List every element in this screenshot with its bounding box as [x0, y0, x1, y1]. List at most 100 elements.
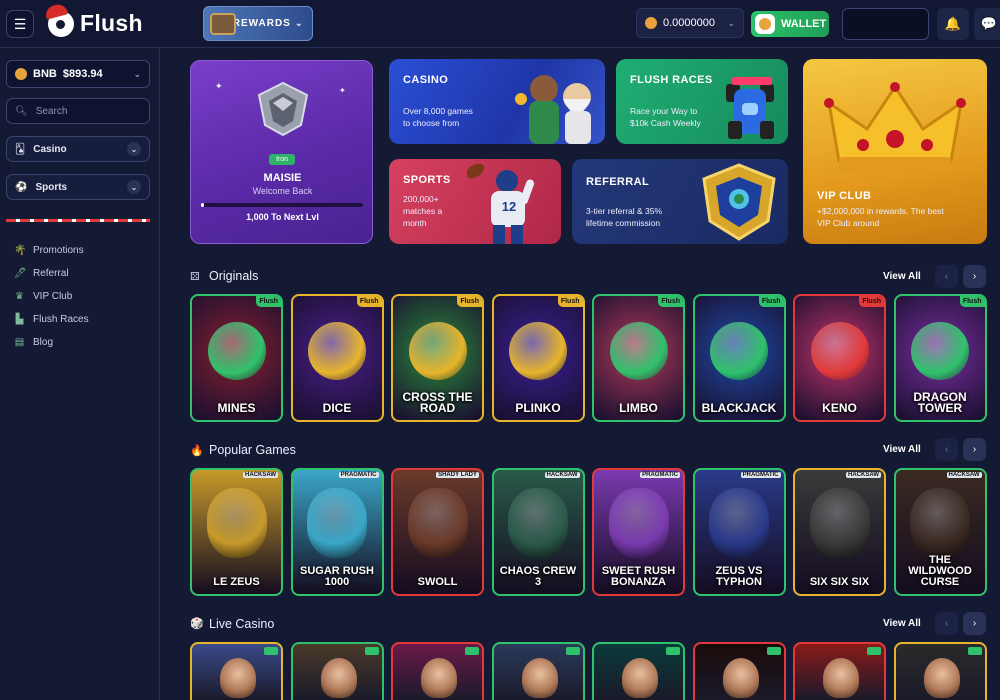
referral-line1: 3-tier referral & 35% [586, 206, 663, 216]
casino-banner[interactable]: CASINO Over 8,000 games to choose from [389, 59, 605, 144]
original-game-card[interactable]: Flush LIMBO [592, 294, 685, 422]
promotions-icon: 🌴 [14, 244, 27, 256]
chest-icon [210, 13, 236, 35]
chevron-down-icon: ⌄ [133, 68, 141, 79]
sidebar-casino-dropdown[interactable]: 🂡 Casino ⌄ [6, 136, 150, 162]
username: MAISIE [263, 172, 302, 184]
popular-game-card[interactable]: HACKSAW THE WILDWOOD CURSE [893, 468, 987, 596]
flush-races-banner[interactable]: FLUSH RACES Race your Way to $10k Cash W… [616, 59, 788, 144]
popular-game-card[interactable]: PRAGMATIC ZEUS VS TYPHON [692, 468, 786, 596]
original-game-card[interactable]: Flush DRAGON TOWER [893, 294, 987, 422]
original-game-card[interactable]: Flush CROSS THE ROAD [391, 294, 484, 422]
bnb-amount: $893.94 [62, 68, 103, 80]
sidebar-link-blog[interactable]: ▤ Blog [14, 334, 53, 350]
balance-amount: 0.0000000 [663, 17, 715, 29]
sidebar-search-input[interactable]: 🔍︎ Search [6, 98, 150, 124]
popular-view-all-link[interactable]: View All [883, 444, 921, 455]
sports-banner[interactable]: SPORTS 200,000+ matches a month 12 [389, 159, 561, 244]
provider-badge: PRAGMATIC [338, 472, 379, 478]
dealer-portrait [923, 658, 960, 698]
live-casino-card[interactable] [793, 642, 886, 700]
original-game-card[interactable]: Flush PLINKO [491, 294, 585, 422]
wallet-button[interactable]: WALLET [751, 11, 829, 37]
chat-button[interactable]: 💬 [974, 8, 1000, 40]
sidebar-link-label: Promotions [33, 244, 84, 256]
sidebar: BNB $893.94 ⌄ 🔍︎ Search 🂡 Casino ⌄ ⚽ Spo… [0, 48, 160, 700]
live-title: Live Casino [209, 617, 275, 631]
originals-next-button[interactable]: › [963, 265, 986, 288]
referral-banner[interactable]: REFERRAL 3-tier referral & 35% lifetime … [572, 159, 788, 244]
live-prev-button[interactable]: ‹ [935, 612, 958, 635]
original-game-card[interactable]: Flush BLACKJACK [692, 294, 786, 422]
race-car-illustration [726, 77, 774, 139]
game-name: MINES [217, 401, 256, 415]
menu-toggle-button[interactable]: ☰ [6, 10, 34, 38]
chevron-right-icon: › [972, 271, 977, 282]
live-casino-card[interactable] [290, 642, 384, 700]
sports-line2: matches a [403, 206, 443, 216]
chevron-left-icon: ‹ [944, 618, 949, 629]
bnb-balance-button[interactable]: BNB $893.94 ⌄ [6, 60, 150, 88]
sparkle-icon: ✦ [215, 81, 223, 91]
popular-game-card[interactable]: HACKSAW LE ZEUS [190, 468, 283, 596]
live-casino-card[interactable] [491, 642, 585, 700]
game-art [809, 488, 870, 558]
game-art [509, 322, 567, 380]
popular-game-card[interactable]: HACKSAW CHAOS CREW 3 [491, 468, 585, 596]
original-game-card[interactable]: Flush MINES [190, 294, 283, 422]
sidebar-link-flush-races[interactable]: ▙ Flush Races [14, 311, 89, 327]
rewards-button[interactable]: REWARDS ⌄ [203, 6, 313, 41]
originals-view-all-link[interactable]: View All [883, 271, 921, 282]
live-casino-card[interactable] [893, 642, 987, 700]
bnb-label: BNB [33, 68, 57, 80]
popular-game-card[interactable]: HACKSAW SIX SIX SIX [793, 468, 886, 596]
live-view-all-link[interactable]: View All [883, 618, 921, 629]
live-casino-card[interactable] [190, 642, 283, 700]
flush-tag: Flush [859, 296, 884, 307]
sidebar-link-promotions[interactable]: 🌴 Promotions [14, 242, 84, 258]
live-next-button[interactable]: › [963, 612, 986, 635]
original-game-card[interactable]: Flush DICE [290, 294, 384, 422]
logo-text: Flush [80, 10, 143, 36]
balance-selector[interactable]: 0.0000000 ⌄ [636, 8, 744, 38]
popular-game-card[interactable]: PRAGMATIC SUGAR RUSH 1000 [290, 468, 384, 596]
referral-badge-illustration [702, 163, 776, 241]
notifications-button[interactable]: 🔔 [937, 8, 969, 40]
game-name: ZEUS VS TYPHON [715, 565, 763, 588]
sidebar-link-vip-club[interactable]: ♛ VIP Club [14, 288, 72, 304]
casino-label: Casino [33, 143, 67, 155]
casino-line1: Over 8,000 games [403, 106, 473, 116]
game-art [508, 488, 568, 558]
rank-badge: Iron [269, 154, 295, 165]
sidebar-sports-dropdown[interactable]: ⚽ Sports ⌄ [6, 174, 150, 200]
game-name: SWOLL [417, 576, 458, 588]
header-blank-field[interactable] [842, 8, 929, 40]
dealer-portrait [622, 658, 658, 698]
popular-prev-button[interactable]: ‹ [935, 438, 958, 461]
logo[interactable]: Flush [48, 10, 143, 37]
sidebar-link-referral[interactable]: 🖊 Referral [14, 265, 69, 281]
next-level-text: 1,000 To Next Lvl [246, 212, 319, 222]
popular-next-button[interactable]: › [963, 438, 986, 461]
popular-game-card[interactable]: SHADY LADY SWOLL [391, 468, 484, 596]
welcome-text: Welcome Back [252, 186, 313, 196]
profile-card[interactable]: ✦ ✦ Iron MAISIE Welcome Back 1,000 To Ne… [190, 60, 373, 244]
festive-divider [6, 219, 150, 222]
live-casino-card[interactable] [592, 642, 685, 700]
live-casino-card[interactable] [692, 642, 786, 700]
original-game-card[interactable]: Flush KENO [793, 294, 886, 422]
game-art [609, 322, 668, 380]
popular-game-card[interactable]: PRAGMATIC SWEET RUSH BONANZA [592, 468, 685, 596]
provider-badge [565, 647, 580, 655]
game-art [911, 322, 969, 380]
originals-prev-button[interactable]: ‹ [935, 265, 958, 288]
vip-club-banner[interactable]: VIP CLUB +$2,000,000 in rewards. The bes… [803, 59, 987, 244]
provider-badge [264, 647, 278, 655]
provider-badge [967, 647, 982, 655]
provider-badge: HACKSAW [544, 472, 580, 478]
vip-title: VIP CLUB [817, 190, 872, 202]
chevron-right-icon: › [972, 444, 977, 455]
game-art [407, 488, 468, 558]
referral-icon: 🖊 [14, 267, 27, 279]
live-casino-card[interactable] [391, 642, 484, 700]
